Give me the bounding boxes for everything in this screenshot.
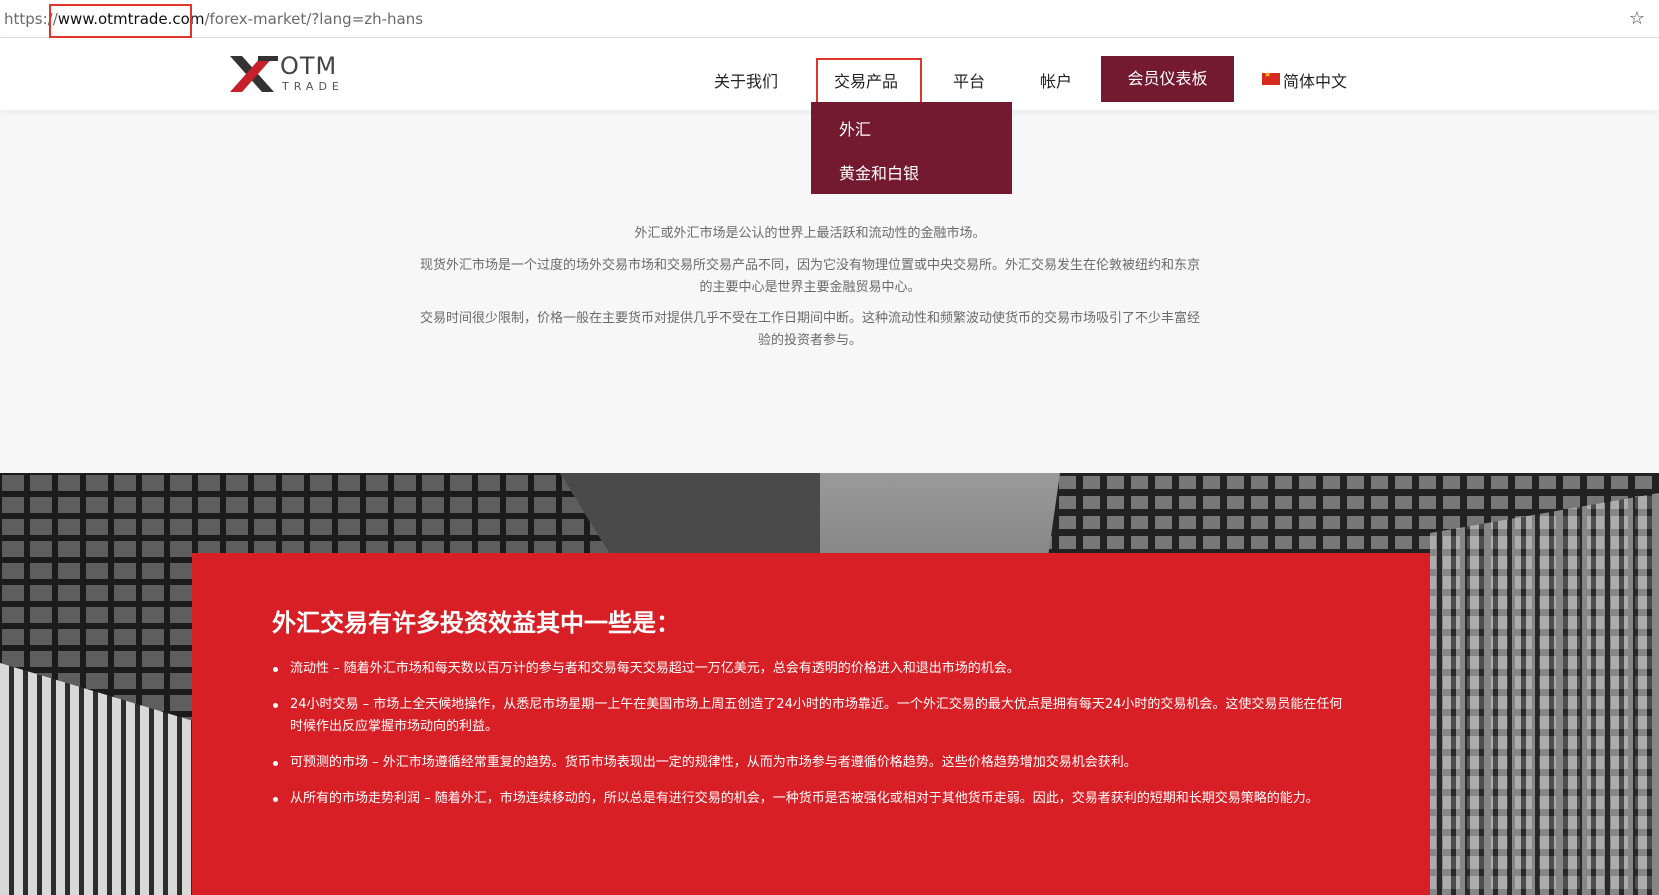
logo-name: OTM — [280, 52, 338, 80]
benefits-list: 流动性 – 随着外汇市场和每天数以百万计的参与者和交易每天交易超过一万亿美元，总… — [273, 658, 1346, 824]
url-highlight-box — [49, 4, 192, 38]
member-dashboard-button[interactable]: 会员仪表板 — [1101, 56, 1234, 102]
nav-item-account[interactable]: 帐户 — [1040, 68, 1072, 92]
url-path: /forex-market/?lang=zh-hans — [204, 10, 424, 28]
benefit-item-liquidity: 流动性 – 随着外汇市场和每天数以百万计的参与者和交易每天交易超过一万亿美元，总… — [273, 658, 1346, 680]
page: https://www.otmtrade.com/forex-market/?l… — [0, 0, 1659, 895]
benefits-panel: 外汇交易有许多投资效益其中一些是： 流动性 – 随着外汇市场和每天数以百万计的参… — [192, 553, 1430, 895]
benefit-item-24h: 24小时交易 – 市场上全天候地操作，从悉尼市场星期一上午在美国市场上周五创造了… — [273, 694, 1346, 738]
intro-paragraph-3: 交易时间很少限制，价格一般在主要货币对提供几乎不受在工作日期间中断。这种流动性和… — [420, 311, 1201, 348]
star-icon[interactable]: ☆ — [1629, 8, 1645, 29]
nav-item-about[interactable]: 关于我们 — [714, 68, 778, 92]
dropdown-item-forex[interactable]: 外汇 — [839, 116, 871, 140]
browser-address-bar[interactable]: https://www.otmtrade.com/forex-market/?l… — [0, 0, 1659, 38]
benefit-item-profit: 从所有的市场走势利润 – 随着外汇，市场连续移动的，所以总是有进行交易的机会，一… — [273, 788, 1346, 810]
nav-item-platform[interactable]: 平台 — [953, 68, 985, 92]
logo-subtitle: TRADE — [282, 80, 344, 93]
products-dropdown: 外汇 黄金和白银 — [811, 102, 1012, 194]
benefits-title: 外汇交易有许多投资效益其中一些是： — [272, 609, 680, 637]
intro-paragraph-2: 现货外汇市场是一个过度的场外交易市场和交易所交易产品不同，因为它没有物理位置或中… — [420, 258, 1201, 295]
intro-paragraph-1: 外汇或外汇市场是公认的世界上最活跃和流动性的金融市场。 — [634, 226, 986, 241]
benefit-item-predictable: 可预测的市场 – 外汇市场遵循经常重复的趋势。货币市场表现出一定的规律性，从而为… — [273, 752, 1346, 774]
language-selector[interactable]: 简体中文 — [1283, 68, 1347, 92]
china-flag-icon — [1262, 70, 1280, 85]
dropdown-item-gold-silver[interactable]: 黄金和白银 — [839, 160, 919, 184]
